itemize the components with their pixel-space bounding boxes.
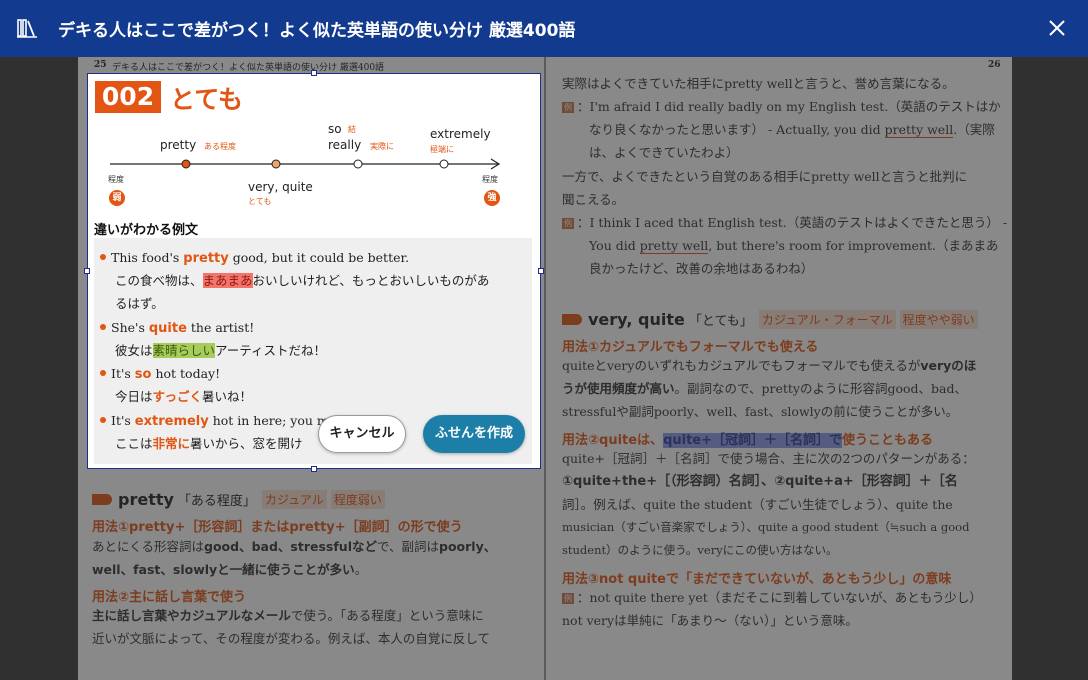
examples-heading: 違いがわかる例文 bbox=[94, 223, 199, 238]
scale-point-extremely bbox=[439, 159, 449, 169]
book-title: デキる人はここで差がつく！よく似た英単語の使い分け 厳選400語 bbox=[58, 21, 576, 41]
degree-scale bbox=[110, 158, 501, 170]
body-line: 一方で、よくできたという自覚のある相手にpretty wellと言うと批判に bbox=[562, 169, 968, 184]
example-en: It's so hot today! bbox=[100, 367, 220, 381]
resize-handle-left[interactable] bbox=[84, 268, 90, 274]
example-line: 例：not quite there yet（まだそこに到着していないが、あともう… bbox=[562, 590, 982, 605]
bullet-icon bbox=[100, 370, 106, 376]
example-line: は、よくできていたわよ） bbox=[589, 145, 739, 160]
example-line: なり良くなかったと思います） - Actually, you did prett… bbox=[589, 122, 995, 138]
scale-label-very-quite: very, quite bbox=[248, 180, 313, 194]
example-jp: 今日はすっごく暑いね！ bbox=[115, 389, 253, 404]
usage-heading: 用法②主に話し言葉で使う bbox=[92, 590, 247, 605]
body-line: quite+［冠詞］＋［名詞］で使う場合、主に次の2つのパターンがある： bbox=[562, 451, 975, 466]
create-sticky-note-button[interactable]: ふせんを作成 bbox=[423, 415, 525, 453]
resize-handle-right[interactable] bbox=[538, 268, 544, 274]
scale-point-so-really bbox=[353, 159, 363, 169]
section-heading-pretty: pretty 「ある程度」 カジュアル 程度弱い bbox=[92, 490, 385, 509]
scale-point-very-quite bbox=[271, 159, 281, 169]
right-page: 26 実際はよくできていた相手にpretty wellと言うと、誉め言葉になる。… bbox=[546, 57, 1012, 680]
degree-tag: 程度弱い bbox=[330, 490, 385, 509]
scale-label-pretty: pretty bbox=[160, 138, 197, 152]
body-line: 主に話し言葉やカジュアルなメールで使う。「ある程度」という意味に bbox=[92, 608, 484, 623]
example-line: 例：I'm afraid I did really badly on my En… bbox=[562, 99, 1001, 114]
scale-label-really: really bbox=[328, 138, 362, 152]
section-heading-very-quite: very, quite 「とても」 カジュアル・フォーマル 程度やや弱い bbox=[562, 310, 978, 329]
body-line: うが使用頻度が高い。副詞なので、prettyのように形容詞good、bad、 bbox=[562, 381, 968, 396]
body-line: ①quite+the+［（形容詞）名詞］、②quite+a+［形容詞］＋［名 bbox=[562, 474, 958, 489]
body-line: 近いが文脈によって、その程度が変わる。例えば、本人の自覚に反して bbox=[92, 631, 491, 646]
example-line: 良かったけど、改善の余地はあるわね） bbox=[589, 261, 814, 276]
body-line: 実際はよくできていた相手にpretty wellと言うと、誉め言葉になる。 bbox=[562, 76, 955, 91]
running-head: デキる人はここで差がつく！よく似た英単語の使い分け 厳選400語 bbox=[112, 63, 385, 73]
usage-heading: 用法③not quiteで「まだできていないが、あともう少し」の意味 bbox=[562, 572, 952, 587]
weak-badge: 弱 bbox=[109, 190, 125, 206]
example-jp: るはず。 bbox=[115, 296, 164, 311]
example-jp: ここは非常に暑いから、窓を開け bbox=[115, 436, 303, 451]
degree-tag: 程度やや弱い bbox=[899, 310, 978, 329]
scale-label-extremely: extremely bbox=[430, 127, 491, 141]
page-number: 26 bbox=[988, 60, 1001, 70]
selection-region[interactable]: 002 とても pretty ある程度 so 結 really 実際に extr… bbox=[87, 73, 541, 469]
register-tag: カジュアル・フォーマル bbox=[758, 310, 896, 329]
page-number: 25 bbox=[94, 60, 107, 70]
strong-badge: 強 bbox=[484, 190, 500, 206]
example-mark-icon: 例 bbox=[562, 593, 574, 604]
body-line: あとにくる形容詞はgood、bad、stressfulなどで、副詞はpoorly… bbox=[92, 539, 497, 554]
section-jp: 「ある程度」 bbox=[177, 494, 256, 509]
bullet-icon bbox=[100, 254, 106, 260]
body-line: student）のように使う。veryにこの使い方はない。 bbox=[562, 543, 838, 557]
body-line: quiteとveryのいずれもカジュアルでもフォーマルでも使えるがveryのほ bbox=[562, 358, 977, 373]
body-line: 詞］。例えば、quite the student（すごい生徒でしょう）、quit… bbox=[562, 497, 953, 512]
example-mark-icon: 例 bbox=[562, 218, 574, 229]
section-word: pretty bbox=[118, 490, 174, 509]
resize-handle-bottom[interactable] bbox=[311, 466, 317, 472]
body-line: 聞こえる。 bbox=[562, 192, 625, 207]
scale-sub-pretty: ある程度 bbox=[204, 142, 236, 151]
library-books-icon bbox=[17, 19, 37, 38]
scale-sub-very-quite: とても bbox=[248, 197, 272, 206]
body-line: not veryは単純に「あまり〜（ない）」という意味。 bbox=[562, 613, 858, 628]
example-mark-icon: 例 bbox=[562, 102, 574, 113]
section-bar-icon bbox=[92, 494, 112, 505]
section-jp: 「とても」 bbox=[688, 314, 753, 329]
example-jp: この食べ物は、まあまあおいしいけれど、もっとおいしいものがあ bbox=[115, 273, 490, 288]
scale-weak-label: 程度 bbox=[108, 175, 124, 184]
body-line: stressfulや副詞poorly、well、fast、slowlyの前に使う… bbox=[562, 404, 959, 419]
user-highlight: quite+［冠詞］＋［名詞］で bbox=[663, 433, 843, 448]
scale-strong-label: 程度 bbox=[482, 175, 498, 184]
close-icon[interactable] bbox=[1044, 15, 1070, 41]
usage-heading: 用法①pretty+［形容詞］またはpretty+［副詞］の形で使う bbox=[92, 520, 463, 535]
bullet-icon bbox=[100, 417, 106, 423]
usage-heading: 用法①カジュアルでもフォーマルでも使える bbox=[562, 340, 819, 355]
example-line: 例：I think I aced that English test.（英語のテ… bbox=[562, 215, 1008, 230]
scale-label-so: so bbox=[328, 122, 342, 136]
section-bar-icon bbox=[562, 314, 582, 325]
register-tag: カジュアル bbox=[261, 490, 327, 509]
body-line: well、fast、slowlyと一緒に使うことが多い。 bbox=[92, 562, 368, 577]
example-line: You did pretty well, but there's room fo… bbox=[589, 238, 999, 254]
scale-point-pretty bbox=[181, 159, 191, 169]
cancel-button[interactable]: キャンセル bbox=[318, 415, 406, 453]
viewer-header: デキる人はここで差がつく！よく似た英単語の使い分け 厳選400語 bbox=[0, 0, 1088, 57]
body-line: musician（すごい音楽家でしょう）、quite a good studen… bbox=[562, 520, 970, 534]
scale-sub-extremely: 極端に bbox=[430, 145, 454, 154]
scale-sub-so: 結 bbox=[348, 125, 356, 134]
example-en: She's quite the artist! bbox=[100, 321, 254, 335]
scale-sub-really: 実際に bbox=[370, 142, 394, 151]
example-en: This food's pretty good, but it could be… bbox=[100, 251, 409, 265]
resize-handle-top[interactable] bbox=[311, 70, 317, 76]
section-word: very, quite bbox=[588, 310, 685, 329]
bullet-icon bbox=[100, 324, 106, 330]
usage-heading: 用法②quiteは、quite+［冠詞］＋［名詞］で使うこともある bbox=[562, 433, 934, 448]
example-jp: 彼女は素晴らしいアーティストだね！ bbox=[115, 343, 327, 358]
